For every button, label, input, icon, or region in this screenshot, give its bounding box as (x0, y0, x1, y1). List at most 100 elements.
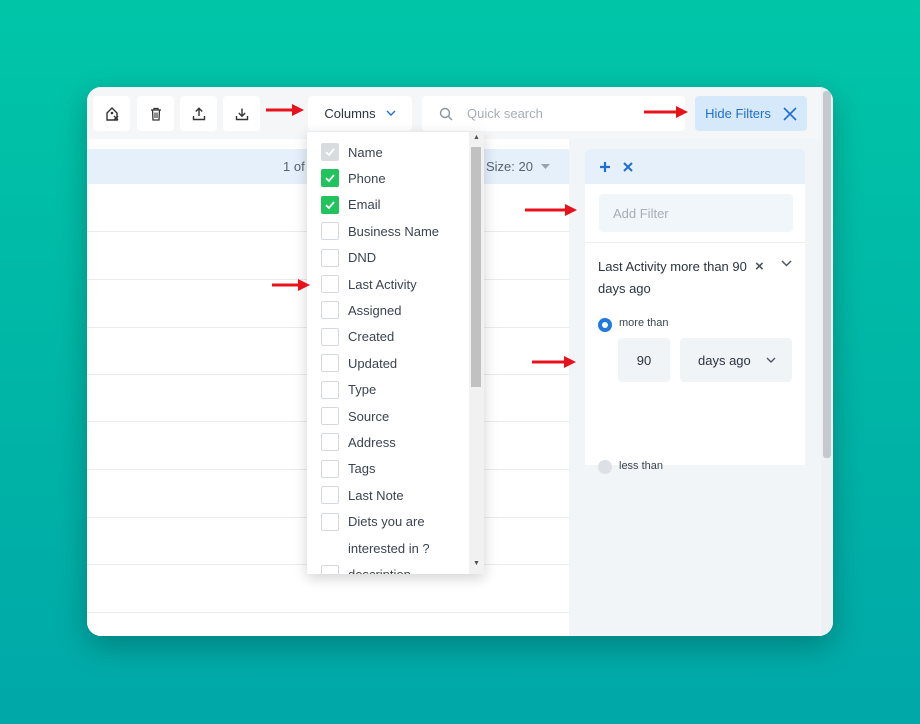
chevron-down-icon (766, 357, 776, 363)
column-checkbox[interactable] (321, 169, 339, 188)
radio-less-than-label: less than (619, 460, 664, 472)
column-option-label: Type (348, 382, 377, 398)
column-option[interactable]: Type (321, 377, 376, 403)
filter-panel: Last Activity more than 90 days ago × mo… (569, 139, 821, 636)
column-option-label: Last Note (348, 487, 404, 503)
annotation-arrow-icon (525, 204, 577, 216)
column-option[interactable]: Updated (321, 350, 397, 376)
column-option-label: Created (348, 329, 395, 345)
column-option[interactable]: Source (321, 403, 389, 429)
column-option-label: Email (348, 197, 381, 213)
radio-more-than[interactable] (598, 318, 612, 332)
column-checkbox[interactable] (321, 380, 339, 399)
filter-card: Last Activity more than 90 days ago × mo… (585, 184, 805, 474)
page-size-label: Size: 20 (486, 159, 533, 174)
column-option[interactable]: Phone (321, 165, 386, 191)
close-icon[interactable] (623, 161, 633, 172)
divider (585, 242, 805, 243)
column-checkbox[interactable] (321, 354, 339, 373)
column-checkbox[interactable] (321, 407, 339, 425)
column-checkbox[interactable] (321, 195, 339, 214)
column-checkbox[interactable] (321, 301, 339, 320)
trash-icon (150, 107, 161, 121)
filter-value: 90 (636, 352, 652, 368)
annotation-arrow-icon (272, 279, 310, 291)
column-checkbox[interactable] (321, 512, 339, 531)
column-checkbox[interactable] (321, 222, 339, 241)
column-checkbox[interactable] (321, 565, 339, 574)
annotation-arrow-icon (266, 104, 304, 116)
app-window: Columns Hide Filters 1 of Size: 20 (87, 87, 833, 636)
chevron-down-icon[interactable] (781, 260, 792, 267)
column-checkbox[interactable] (321, 459, 339, 478)
column-option-label: Source (348, 408, 390, 424)
download-icon (235, 108, 248, 120)
annotation-arrow-icon (532, 356, 576, 368)
scroll-up-icon[interactable]: ▲ (473, 134, 480, 141)
column-option[interactable]: interested in ? (321, 535, 430, 561)
column-option-label: Assigned (348, 302, 402, 318)
radio-less-than[interactable] (598, 460, 612, 474)
column-option[interactable]: Created (321, 324, 394, 350)
hide-filters-label: Hide Filters (705, 106, 771, 121)
column-option[interactable]: Email (321, 192, 381, 218)
plus-icon[interactable] (599, 161, 611, 173)
column-option[interactable]: Tags (321, 456, 375, 482)
column-option[interactable]: Business Name (321, 218, 439, 244)
chevron-down-icon (386, 110, 396, 116)
page-scrollbar[interactable] (821, 87, 833, 636)
column-option[interactable]: Last Activity (321, 271, 417, 297)
filter-unit-select[interactable]: days ago (680, 338, 792, 382)
column-checkbox[interactable] (321, 248, 339, 267)
caret-down-icon (540, 163, 550, 169)
page-size-select[interactable]: Size: 20 (486, 159, 550, 174)
add-filter-input[interactable] (611, 204, 785, 222)
filter-panel-header (585, 149, 805, 184)
dropdown-scrollbar-thumb[interactable] (471, 147, 481, 387)
columns-button[interactable]: Columns (308, 96, 412, 131)
column-option[interactable]: Name (321, 139, 383, 165)
checkmark-icon (325, 201, 335, 210)
column-option-label: Address (348, 434, 396, 450)
column-checkbox[interactable] (321, 275, 339, 293)
dropdown-scrollbar[interactable]: ▲ ▼ (469, 132, 484, 574)
add-filter-box[interactable] (599, 194, 793, 232)
column-option[interactable]: Address (321, 429, 396, 455)
column-option[interactable]: DND (321, 245, 376, 271)
upload-icon (192, 106, 205, 120)
filter-unit: days ago (698, 352, 751, 368)
filter-value-input[interactable]: 90 (618, 338, 670, 382)
column-option[interactable]: Assigned (321, 297, 401, 323)
search-icon (439, 107, 453, 120)
pagination-text: 1 of (283, 159, 305, 174)
column-option[interactable]: Diets you are (321, 509, 425, 535)
search-input[interactable] (465, 105, 649, 122)
column-option-label: Last Activity (348, 276, 417, 292)
close-icon (783, 106, 797, 121)
column-checkbox[interactable] (321, 327, 339, 346)
delete-button[interactable] (137, 96, 174, 131)
column-checkbox[interactable] (321, 433, 339, 452)
column-option-label: Name (348, 144, 383, 160)
column-option-label: Updated (348, 355, 398, 371)
column-checkbox[interactable] (321, 143, 339, 161)
tag-remove-icon (105, 106, 118, 121)
column-option[interactable]: Last Note (321, 482, 404, 508)
column-option-label: Tags (348, 461, 376, 477)
tag-remove-button[interactable] (93, 96, 130, 131)
remove-filter-icon[interactable]: × (755, 258, 764, 275)
hide-filters-button[interactable]: Hide Filters (695, 96, 807, 131)
column-option[interactable]: description (321, 561, 411, 574)
download-button[interactable] (223, 96, 260, 131)
scroll-down-icon[interactable]: ▼ (473, 560, 480, 567)
upload-button[interactable] (180, 96, 217, 131)
radio-more-than-label: more than (619, 317, 669, 329)
column-option-label: interested in ? (348, 540, 430, 556)
column-checkbox[interactable] (321, 486, 339, 505)
column-option-label: Diets you are (348, 514, 425, 530)
column-option-label: DND (348, 250, 377, 266)
page-scrollbar-thumb[interactable] (823, 91, 831, 458)
column-option-label: Business Name (348, 223, 440, 239)
column-option-label: description (348, 567, 411, 574)
filter-rule-label: Last Activity more than 90 days ago (598, 259, 747, 296)
